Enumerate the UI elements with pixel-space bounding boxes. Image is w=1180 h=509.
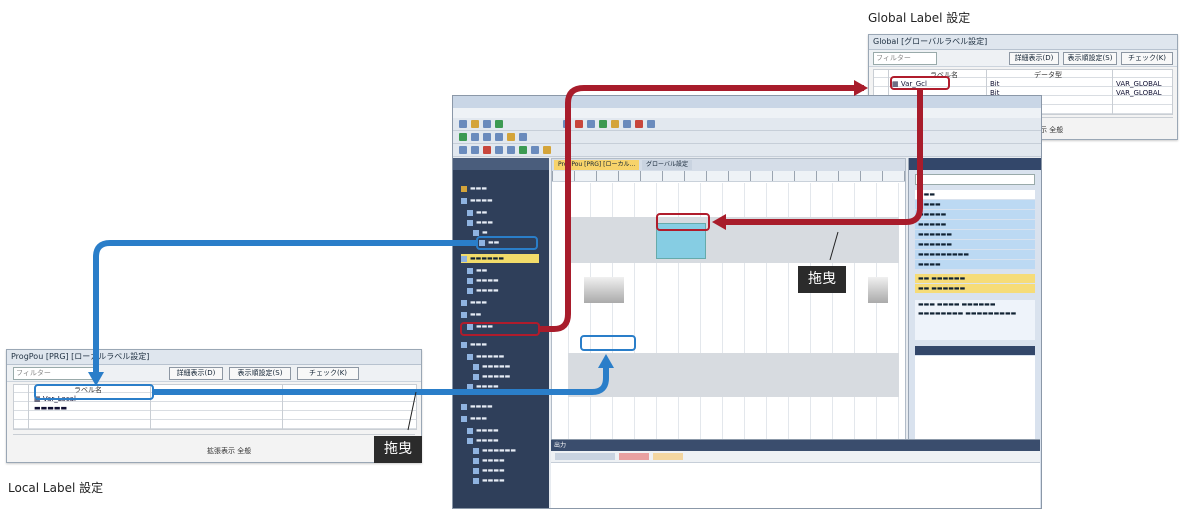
- global-label-window-title: Global [グローバルラベル設定]: [869, 35, 1177, 50]
- output-pane: 出力: [551, 439, 1040, 508]
- ladder-area: [568, 183, 899, 439]
- parts-item[interactable]: ▬▬▬▬▬: [915, 210, 1035, 219]
- parts-item[interactable]: ▬▬▬▬: [915, 200, 1035, 209]
- nav-item[interactable]: ▬▬▬: [461, 184, 487, 193]
- parts-description: ▬▬▬ ▬▬▬▬ ▬▬▬▬▬▬ ▬▬▬▬▬▬▬▬ ▬▬▬▬▬▬▬▬▬: [915, 300, 1035, 340]
- local-filter-field[interactable]: フィルター: [13, 367, 97, 380]
- nav-item[interactable]: ▬▬▬▬: [467, 436, 499, 445]
- parts-item[interactable]: ▬▬▬: [915, 190, 1035, 199]
- nav-item[interactable]: ▬▬: [461, 310, 481, 319]
- nav-item[interactable]: ▬▬▬▬: [473, 476, 505, 485]
- ladder-rung: [568, 353, 899, 397]
- local-detail-button[interactable]: 詳細表示(D): [169, 367, 223, 380]
- local-label-highlight: [34, 384, 154, 400]
- local-label-window-title: ProgPou [PRG] [ローカルラベル設定]: [7, 350, 421, 365]
- global-detail-button[interactable]: 詳細表示(D): [1009, 52, 1059, 65]
- drop-target-highlight: [656, 213, 710, 231]
- parts-item[interactable]: ▬▬▬▬▬▬▬▬▬: [915, 250, 1035, 259]
- nav-item[interactable]: ▬▬▬▬: [461, 402, 493, 411]
- nav-item[interactable]: ▬▬▬▬▬▬: [473, 446, 516, 455]
- ladder-rung: [568, 273, 899, 313]
- tab-local[interactable]: ProgPou [PRG] [ローカル…: [554, 160, 640, 170]
- ide-toolbar-2: [453, 131, 1041, 144]
- ladder-rung: [568, 217, 899, 263]
- nav-item[interactable]: ▬▬▬▬: [461, 196, 493, 205]
- global-label-caption: Global Label 設定: [868, 11, 971, 25]
- global-label-toolbar: フィルター 詳細表示(D) 表示順設定(S) チェック(K): [869, 50, 1177, 67]
- page: { "captions": { "global": "Global Label …: [0, 0, 1180, 509]
- output-title: 出力: [551, 440, 1040, 451]
- nav-item[interactable]: ▬▬▬: [467, 218, 493, 227]
- ide-toolbar-1: [453, 118, 1041, 131]
- parts-search[interactable]: [915, 174, 1035, 185]
- ladder-editor: ProgPou [PRG] [ローカル… グローバル設定: [551, 158, 906, 440]
- nav-item[interactable]: ▬▬: [467, 266, 487, 275]
- tab-global[interactable]: グローバル設定: [642, 160, 692, 170]
- local-nav-highlight: [476, 236, 538, 250]
- drag-badge-top: 拖曳: [798, 266, 846, 293]
- global-nav-highlight: [460, 322, 540, 336]
- global-filter-field[interactable]: フィルター: [873, 52, 937, 65]
- drag-badge-bottom: 拖曳: [374, 436, 422, 463]
- parts-item[interactable]: ▬▬▬▬▬▬: [915, 230, 1035, 239]
- editor-ruler: [552, 171, 905, 182]
- local-check-button[interactable]: チェック(K): [297, 367, 359, 380]
- nav-item[interactable]: ▬▬▬: [461, 298, 487, 307]
- local-label-caption: Local Label 設定: [8, 481, 104, 495]
- parts-item[interactable]: ▬▬ ▬▬▬▬▬▬: [915, 284, 1035, 293]
- nav-item[interactable]: ▬▬▬: [461, 340, 487, 349]
- global-row-1-type[interactable]: Bit: [990, 80, 1000, 88]
- parts-subheader: [915, 346, 1035, 355]
- parts-item[interactable]: ▬▬ ▬▬▬▬▬▬: [915, 274, 1035, 283]
- nav-item[interactable]: ▬▬▬▬: [467, 286, 499, 295]
- global-row-2-class[interactable]: VAR_GLOBAL: [1116, 89, 1162, 97]
- local-label-window: ProgPou [PRG] [ローカルラベル設定] フィルター 詳細表示(D) …: [6, 349, 422, 463]
- ide-menubar: [453, 108, 1041, 118]
- nav-item-selected[interactable]: ▬▬▬▬▬▬: [461, 254, 539, 263]
- parts-item[interactable]: ▬▬▬▬▬: [915, 220, 1035, 229]
- nav-item[interactable]: ▬▬▬▬: [473, 466, 505, 475]
- ide-toolbar-3: [453, 144, 1041, 157]
- global-check-button[interactable]: チェック(K): [1121, 52, 1173, 65]
- nav-item[interactable]: ▬▬▬▬: [467, 276, 499, 285]
- global-col-data-type: データ型: [1034, 71, 1062, 79]
- ladder-coil[interactable]: [868, 277, 888, 303]
- parts-item[interactable]: ▬▬▬▬▬▬: [915, 240, 1035, 249]
- nav-item[interactable]: ▬▬▬▬: [473, 456, 505, 465]
- global-row-1-class[interactable]: VAR_GLOBAL: [1116, 80, 1162, 88]
- output-tabs: [551, 451, 1040, 463]
- nav-item[interactable]: ▬▬▬▬▬: [473, 372, 510, 381]
- nav-item[interactable]: ▬▬: [467, 208, 487, 217]
- local-row-2[interactable]: ▬▬▬▬▬: [34, 404, 67, 412]
- local-drop-target-highlight: [580, 335, 636, 351]
- nav-item[interactable]: ▬▬▬: [461, 414, 487, 423]
- red-arrow-head-global: [854, 80, 868, 96]
- ide-titlebar: [453, 96, 1041, 108]
- ladder-block[interactable]: [584, 277, 624, 303]
- nav-item[interactable]: ▬▬▬▬▬: [473, 362, 510, 371]
- parts-item[interactable]: ▬▬▬▬: [915, 260, 1035, 269]
- nav-item[interactable]: ▬▬▬▬: [467, 426, 499, 435]
- ide-window: ▬▬▬ ▬▬▬▬ ▬▬ ▬▬▬ ▬ ▬▬ ▬▬▬▬▬▬ ▬▬ ▬▬▬▬ ▬▬▬▬…: [452, 95, 1042, 509]
- nav-item[interactable]: ▬▬▬▬: [467, 382, 499, 391]
- local-label-toolbar: フィルター 詳細表示(D) 表示順設定(S) チェック(K): [7, 365, 421, 382]
- navigation-header: [453, 158, 549, 170]
- global-label-highlight: [890, 76, 950, 90]
- parts-panel-header: [909, 158, 1041, 170]
- editor-tabs: ProgPou [PRG] [ローカル… グローバル設定: [552, 159, 905, 171]
- local-order-button[interactable]: 表示順設定(S): [229, 367, 291, 380]
- global-order-button[interactable]: 表示順設定(S): [1063, 52, 1117, 65]
- nav-item[interactable]: ▬▬▬▬▬: [467, 352, 504, 361]
- local-footer: 拡張表示 全般: [207, 447, 252, 455]
